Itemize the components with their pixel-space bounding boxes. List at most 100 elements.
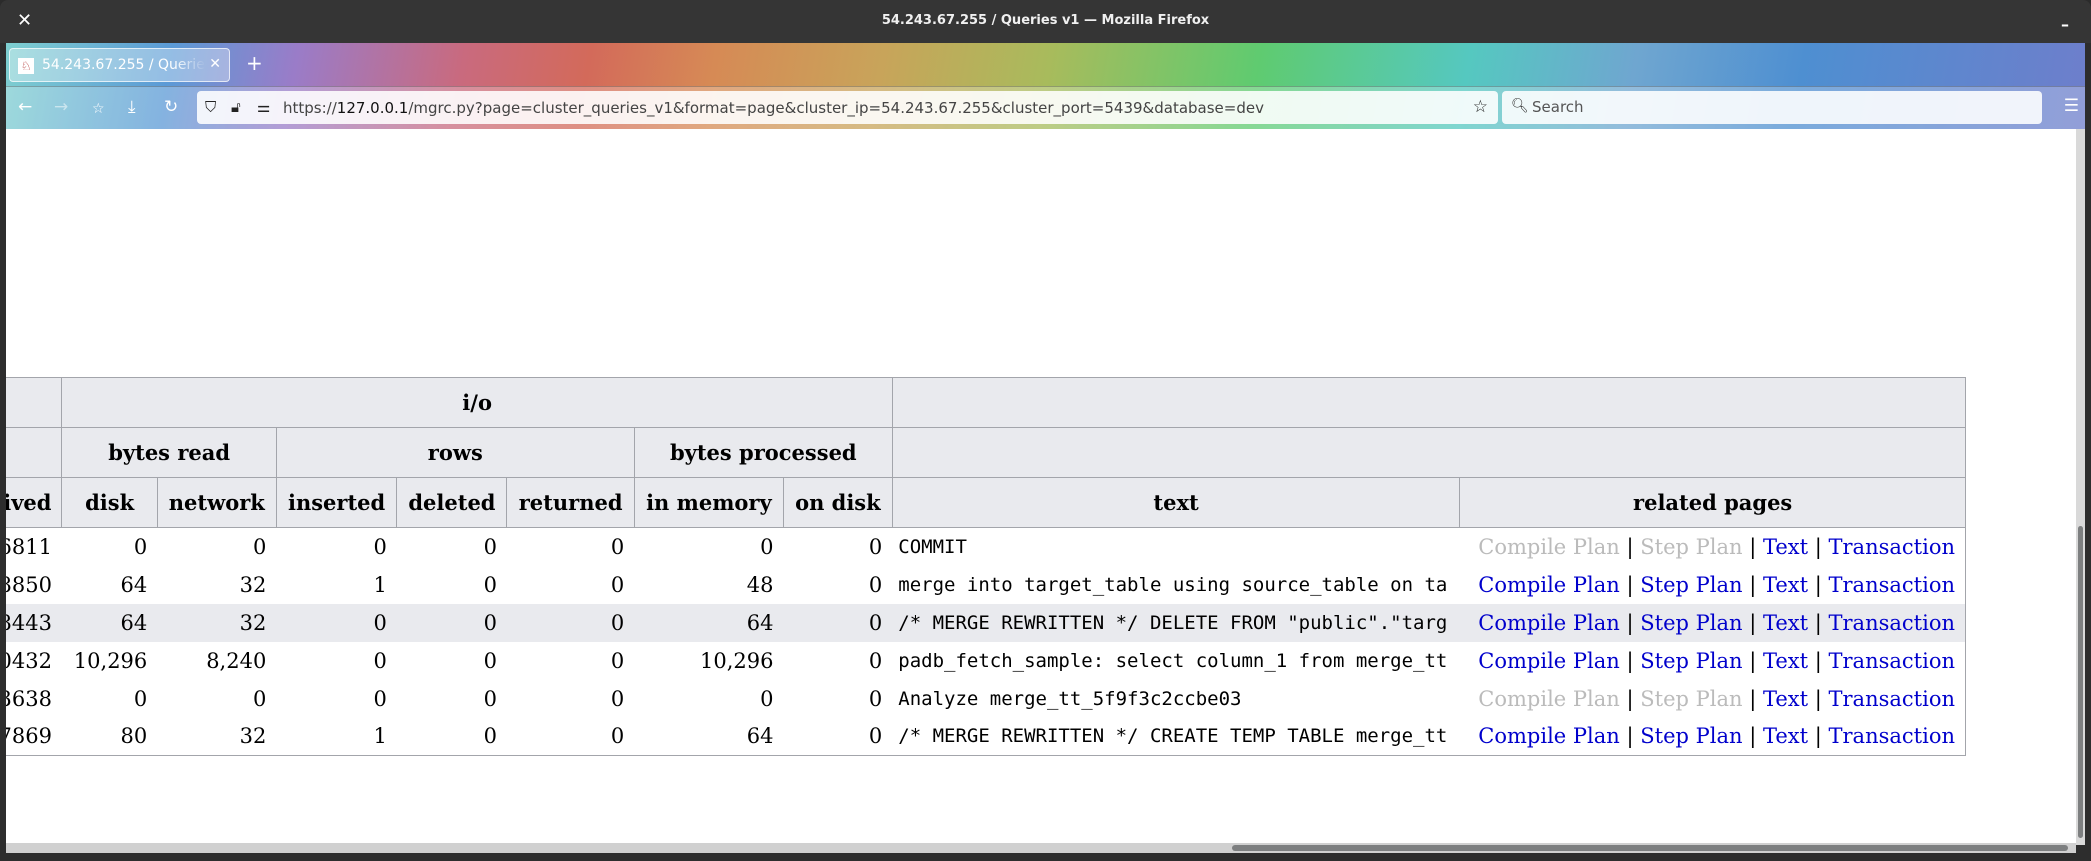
cell-query-text: /* MERGE REWRITTEN */ DELETE FROM "publi… <box>892 603 1460 642</box>
col-received[interactable]: ceived <box>6 477 63 528</box>
cell-returned: 0 <box>506 603 635 642</box>
cell-returned: 0 <box>610 534 625 559</box>
step-plan-link[interactable]: Step Plan <box>1640 649 1742 673</box>
cell-network: 0 <box>252 686 267 711</box>
cell-query-text: Analyze merge_tt_5f9f3c2ccbe03 <box>898 687 1242 710</box>
compile-plan-link[interactable]: Compile Plan <box>1478 573 1620 597</box>
cell-disk: 10,296 <box>73 648 148 673</box>
header-bytes-read: bytes read <box>61 427 277 478</box>
cell-related-pages: Compile Plan | Step Plan | Text | Transa… <box>1459 641 1966 680</box>
cell-returned: 0 <box>610 648 625 673</box>
col-text[interactable]: text <box>891 477 1461 528</box>
compile-plan-link[interactable]: Compile Plan <box>1478 724 1620 748</box>
vertical-scrollbar[interactable] <box>2076 129 2085 845</box>
cell-in-memory: 10,296 <box>700 648 774 673</box>
link-separator: | <box>1749 686 1757 711</box>
compile-plan-link[interactable]: Compile Plan <box>1478 611 1620 635</box>
col-on-disk[interactable]: on disk <box>782 477 893 528</box>
link-separator: | <box>1626 686 1634 711</box>
cell-received: 0.013638 <box>6 686 52 711</box>
transaction-link[interactable]: Transaction <box>1829 611 1955 635</box>
link-separator: | <box>1749 534 1757 559</box>
cell-received: 0.008850 <box>6 572 52 597</box>
step-plan-link[interactable]: Step Plan <box>1640 611 1742 635</box>
cell-in-memory: 0 <box>760 534 774 559</box>
col-network[interactable]: network <box>156 477 277 528</box>
text-link[interactable]: Text <box>1763 649 1808 673</box>
hamburger-menu-icon[interactable]: ☰ <box>2064 96 2079 116</box>
bookmark-star-icon[interactable]: ☆ <box>1473 97 1488 117</box>
col-deleted[interactable]: deleted <box>396 477 508 528</box>
step-plan-link[interactable]: Step Plan <box>1640 724 1742 748</box>
transaction-link[interactable]: Transaction <box>1829 535 1955 559</box>
compile-plan-link[interactable]: Compile Plan <box>1478 649 1620 673</box>
cell-on-disk: 0 <box>783 717 893 756</box>
link-separator: | <box>1749 724 1757 749</box>
link-separator: | <box>1626 534 1634 559</box>
transaction-link[interactable]: Transaction <box>1829 724 1955 748</box>
text-link[interactable]: Text <box>1763 687 1808 711</box>
insecure-lock-icon[interactable]: 🔓︎ <box>231 98 241 116</box>
col-in-memory[interactable]: in memory <box>633 477 784 528</box>
table-row: 4.758443 64 32 0 0 0 64 0 /* MERGE REWRI… <box>6 603 1966 642</box>
tab-active[interactable]: ♘ 54.243.67.255 / Queries v1 ✕ <box>9 48 230 82</box>
cell-on-disk: 0 <box>868 534 883 559</box>
step-plan-link: Step Plan <box>1640 534 1743 559</box>
cell-inserted: 1 <box>373 572 387 597</box>
cell-deleted: 0 <box>396 603 507 642</box>
url-text[interactable]: https://127.0.0.1/mgrc.py?page=cluster_q… <box>283 99 1264 117</box>
downloads-icon[interactable]: ⤓ <box>128 97 136 117</box>
col-disk[interactable]: disk <box>61 477 158 528</box>
new-tab-button[interactable]: + <box>246 52 263 74</box>
cell-deleted: 0 <box>483 572 497 597</box>
text-link[interactable]: Text <box>1763 611 1808 635</box>
cell-disk: 0 <box>133 534 148 559</box>
search-bar[interactable]: 🔍︎ <box>1502 91 2042 124</box>
step-plan-link[interactable]: Step Plan <box>1640 573 1742 597</box>
page-content: i/o bytes read rows bytes processed ceiv… <box>6 129 2076 845</box>
cell-on-disk: 0 <box>868 686 883 711</box>
cell-query-text: /* MERGE REWRITTEN */ CREATE TEMP TABLE … <box>892 717 1460 756</box>
cell-query-text: COMMIT <box>898 535 967 558</box>
cell-returned: 0 <box>506 717 635 756</box>
vertical-scrollbar-thumb[interactable] <box>2078 526 2083 838</box>
bookmarks-icon[interactable]: ☆ <box>92 99 105 119</box>
back-button[interactable]: ← <box>18 97 32 117</box>
link-separator: | <box>1626 648 1634 673</box>
tab-close-icon[interactable]: ✕ <box>209 56 221 72</box>
col-inserted[interactable]: inserted <box>275 477 398 528</box>
col-returned[interactable]: returned <box>506 477 635 528</box>
link-separator: | <box>1814 534 1822 559</box>
tab-strip: ♘ 54.243.67.255 / Queries v1 ✕ + <box>6 43 2085 86</box>
transaction-link[interactable]: Transaction <box>1829 687 1955 711</box>
text-link[interactable]: Text <box>1763 535 1808 559</box>
cell-network: 32 <box>157 717 277 756</box>
horizontal-scrollbar-thumb[interactable] <box>1232 845 2068 851</box>
link-separator: | <box>1626 724 1634 749</box>
cell-in-memory: 64 <box>634 603 784 642</box>
cell-in-memory: 48 <box>746 572 774 597</box>
horizontal-scrollbar[interactable] <box>6 843 2076 853</box>
col-related-pages: related pages <box>1459 477 1966 528</box>
transaction-link[interactable]: Transaction <box>1829 573 1955 597</box>
forward-button[interactable]: → <box>54 97 68 117</box>
cell-deleted: 0 <box>483 648 497 673</box>
url-bar[interactable]: ⛉ 🔓︎ ⚌ https://127.0.0.1/mgrc.py?page=cl… <box>197 91 1498 124</box>
shield-icon[interactable]: ⛉ <box>205 98 216 116</box>
link-separator: | <box>1814 686 1822 711</box>
table-row: 0.010432 10,296 8,240 0 0 0 10,296 0 pad… <box>6 641 1966 680</box>
cell-disk: 64 <box>120 572 148 597</box>
text-link[interactable]: Text <box>1763 573 1808 597</box>
header-blank-right <box>891 377 1967 428</box>
reload-button[interactable]: ↻ <box>164 97 178 117</box>
window-minimize-button[interactable]: – <box>2061 15 2069 34</box>
cell-inserted: 0 <box>373 648 387 673</box>
cell-received: 4.758443 <box>6 603 62 642</box>
transaction-link[interactable]: Transaction <box>1829 649 1955 673</box>
text-link[interactable]: Text <box>1763 724 1808 748</box>
permissions-icon[interactable]: ⚌ <box>257 98 270 116</box>
search-input[interactable] <box>1532 96 2022 118</box>
tab-title: 54.243.67.255 / Queries v1 <box>42 57 206 73</box>
header-blank <box>6 377 63 428</box>
cell-related-pages: Compile Plan | Step Plan | Text | Transa… <box>1459 603 1966 642</box>
